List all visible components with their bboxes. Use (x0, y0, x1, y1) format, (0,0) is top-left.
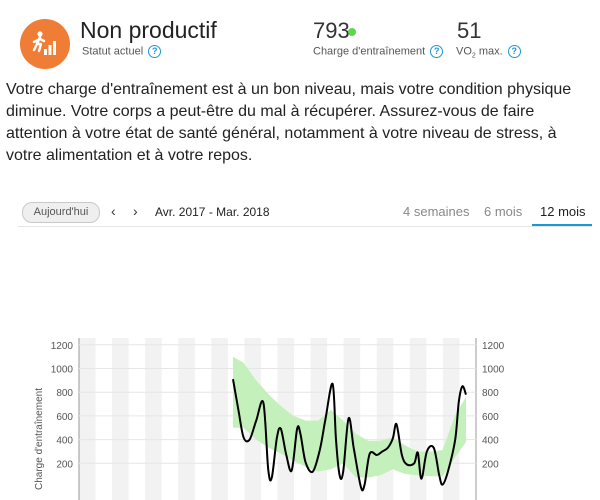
y-tick-label-left: 1000 (51, 365, 74, 376)
tab-12-months[interactable]: 12 mois (540, 204, 586, 219)
training-load-value: 793 (313, 18, 350, 43)
grid-stripe (178, 338, 195, 500)
grid-stripe (79, 338, 96, 500)
y-tick-label-right: 200 (482, 459, 499, 470)
y-tick-label-right: 1200 (482, 341, 505, 352)
vo2max-value: 51 (457, 18, 482, 43)
date-range-label: Avr. 2017 - Mar. 2018 (155, 205, 270, 219)
chevron-right-icon[interactable]: › (133, 204, 138, 218)
vo2max-label-suffix: max. (475, 45, 503, 58)
training-load-chart: 200 200 400 400 600 600 800 800 1000 1000 1200 1200… (34, 338, 505, 500)
status-title: Non productif (80, 17, 217, 43)
vo2max-label-prefix: VO (456, 45, 472, 58)
y-tick-label-left: 1200 (51, 341, 74, 352)
y-tick-label-right: 400 (482, 436, 499, 447)
y-tick-label-left: 600 (56, 412, 73, 423)
running-figure-bars-icon (32, 31, 56, 55)
vo2max-label-row: VO2 max. ? (456, 45, 521, 60)
training-load-help-icon[interactable]: ? (430, 45, 444, 58)
today-button[interactable]: Aujourd'hui (22, 202, 100, 223)
chevron-left-icon[interactable]: ‹ (111, 204, 116, 218)
grid-stripe (112, 338, 129, 500)
grid-stripe (145, 338, 162, 500)
vo2max-help-icon[interactable]: ? (507, 45, 521, 58)
y-tick-label-right: 600 (482, 412, 499, 423)
grid-stripe (211, 338, 228, 500)
grid-stripe (376, 338, 394, 500)
y-tick-label-left: 800 (56, 388, 73, 399)
status-help-icon[interactable]: ? (148, 45, 162, 58)
unproductive-status-icon (20, 19, 70, 69)
status-subtitle: Statut actuel (82, 45, 144, 58)
y-tick-label-left: 200 (56, 459, 73, 470)
y-tick-label-right: 1000 (482, 365, 505, 376)
tab-6-months[interactable]: 6 mois (484, 204, 522, 219)
training-load-label-row: Charge d'entraînement ? (313, 45, 444, 58)
tab-4-weeks[interactable]: 4 semaines (403, 204, 469, 219)
status-description: Votre charge d'entraînement est à un bon… (6, 81, 572, 164)
y-axis-title: Charge d'entraînement (34, 388, 45, 490)
status-subtitle-row: Statut actuel ? (82, 45, 162, 58)
training-load-status-dot (348, 28, 356, 36)
y-tick-label-right: 800 (482, 388, 499, 399)
active-tab-indicator (532, 224, 592, 226)
chart-toolbar: Aujourd'hui ‹ › Avr. 2017 - Mar. 2018 4 … (18, 198, 592, 227)
training-load-label: Charge d'entraînement (313, 45, 426, 58)
y-tick-label-left: 400 (56, 436, 73, 447)
